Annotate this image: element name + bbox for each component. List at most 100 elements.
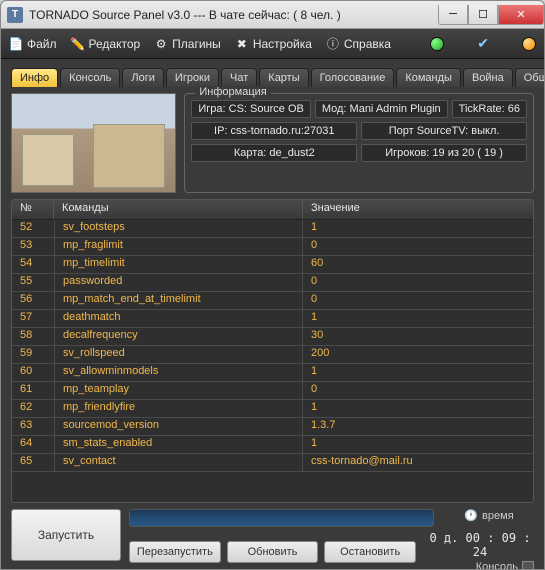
col-num[interactable]: №	[12, 200, 54, 219]
minimize-button[interactable]: ─	[438, 5, 468, 25]
cell-val: 0	[303, 238, 533, 255]
tab-голосование[interactable]: Голосование	[311, 68, 395, 87]
cell-val: 1	[303, 400, 533, 417]
time-value: 0 д. 00 : 09 : 24	[426, 531, 534, 559]
table-row[interactable]: 65sv_contactcss-tornado@mail.ru	[12, 454, 533, 472]
tab-общение[interactable]: Общение	[515, 68, 545, 87]
info-ip: IP: css-tornado.ru:27031	[191, 122, 357, 140]
menubar: 📄 Файл ✏️ Редактор ⚙Плагины ✖Настройка ⓘСп…	[1, 29, 544, 59]
info-legend: Информация	[195, 86, 270, 98]
tab-война[interactable]: Война	[463, 68, 513, 87]
menu-editor[interactable]: ✏️ Редактор	[71, 37, 141, 51]
tab-чат[interactable]: Чат	[221, 68, 257, 87]
menu-file-label: Файл	[27, 37, 57, 51]
table-row[interactable]: 64sm_stats_enabled1	[12, 436, 533, 454]
cell-cmd: sm_stats_enabled	[54, 436, 303, 453]
cell-cmd: mp_match_end_at_timelimit	[54, 292, 303, 309]
tab-консоль[interactable]: Консоль	[60, 68, 120, 87]
cell-cmd: sv_allowminmodels	[54, 364, 303, 381]
info-mod: Мод: Mani Admin Plugin	[315, 100, 448, 118]
tab-логи[interactable]: Логи	[122, 68, 164, 87]
console-toggle[interactable]: Консоль	[426, 561, 534, 570]
table-row[interactable]: 56mp_match_end_at_timelimit0	[12, 292, 533, 310]
table-row[interactable]: 57deathmatch1	[12, 310, 533, 328]
stop-button[interactable]: Остановить	[324, 541, 416, 563]
menu-help[interactable]: ⓘСправка	[326, 37, 391, 51]
table-row[interactable]: 54mp_timelimit60	[12, 256, 533, 274]
editor-icon: ✏️	[71, 37, 85, 51]
status-orb-green[interactable]	[430, 37, 444, 51]
cell-num: 62	[12, 400, 54, 417]
cell-num: 63	[12, 418, 54, 435]
table-body[interactable]: 52sv_footsteps153mp_fraglimit054mp_timel…	[12, 220, 533, 502]
col-cmd[interactable]: Команды	[54, 200, 303, 219]
cell-cmd: mp_timelimit	[54, 256, 303, 273]
clock-icon: 🕐	[464, 509, 478, 522]
run-button[interactable]: Запустить	[11, 509, 121, 561]
cell-num: 52	[12, 220, 54, 237]
cell-val: 30	[303, 328, 533, 345]
cell-num: 54	[12, 256, 54, 273]
window-controls: ─ ☐ ✕	[438, 5, 544, 25]
content-area: ИнфоКонсольЛогиИгрокиЧатКартыГолосование…	[1, 59, 544, 569]
cell-val: 0	[303, 382, 533, 399]
close-button[interactable]: ✕	[498, 5, 544, 25]
plugins-icon: ⚙	[154, 37, 168, 51]
cell-cmd: passworded	[54, 274, 303, 291]
table-row[interactable]: 55passworded0	[12, 274, 533, 292]
cell-cmd: sv_contact	[54, 454, 303, 471]
cell-val: 0	[303, 274, 533, 291]
window-title: TORNADO Source Panel v3.0 --- В чате сей…	[29, 8, 438, 22]
cell-val: 1	[303, 220, 533, 237]
titlebar[interactable]: T TORNADO Source Panel v3.0 --- В чате с…	[1, 1, 544, 29]
table-header: № Команды Значение	[12, 200, 533, 220]
table-row[interactable]: 53mp_fraglimit0	[12, 238, 533, 256]
table-row[interactable]: 58decalfrequency30	[12, 328, 533, 346]
cell-val: 1.3.7	[303, 418, 533, 435]
maximize-button[interactable]: ☐	[468, 5, 498, 25]
cvars-table: № Команды Значение 52sv_footsteps153mp_f…	[11, 199, 534, 503]
map-thumbnail	[11, 93, 176, 193]
cell-num: 55	[12, 274, 54, 291]
cell-cmd: sv_rollspeed	[54, 346, 303, 363]
cell-num: 60	[12, 364, 54, 381]
menu-file[interactable]: 📄 Файл	[9, 37, 57, 51]
cell-num: 61	[12, 382, 54, 399]
cell-cmd: deathmatch	[54, 310, 303, 327]
table-row[interactable]: 63sourcemod_version1.3.7	[12, 418, 533, 436]
cell-val: css-tornado@mail.ru	[303, 454, 533, 471]
tab-инфо[interactable]: Инфо	[11, 68, 58, 87]
refresh-button[interactable]: Обновить	[227, 541, 319, 563]
table-row[interactable]: 59sv_rollspeed200	[12, 346, 533, 364]
menu-editor-label: Редактор	[89, 37, 141, 51]
table-row[interactable]: 60sv_allowminmodels1	[12, 364, 533, 382]
cell-val: 1	[303, 364, 533, 381]
info-fieldset: Информация Игра: CS: Source OB Мод: Mani…	[184, 93, 534, 193]
table-row[interactable]: 61mp_teamplay0	[12, 382, 533, 400]
menu-help-label: Справка	[344, 37, 391, 51]
tab-команды[interactable]: Команды	[396, 68, 461, 87]
tab-игроки[interactable]: Игроки	[166, 68, 219, 87]
col-val[interactable]: Значение	[303, 200, 533, 219]
cell-num: 65	[12, 454, 54, 471]
cell-num: 59	[12, 346, 54, 363]
cell-val: 0	[303, 292, 533, 309]
status-orb-check[interactable]: ✔	[477, 35, 489, 52]
cell-val: 1	[303, 310, 533, 327]
status-orb-orange[interactable]	[522, 37, 536, 51]
cell-num: 64	[12, 436, 54, 453]
table-row[interactable]: 62mp_friendlyfire1	[12, 400, 533, 418]
table-row[interactable]: 52sv_footsteps1	[12, 220, 533, 238]
cell-num: 56	[12, 292, 54, 309]
cell-val: 1	[303, 436, 533, 453]
progress-bar	[129, 509, 434, 527]
file-icon: 📄	[9, 37, 23, 51]
tab-карты[interactable]: Карты	[259, 68, 308, 87]
menu-settings[interactable]: ✖Настройка	[235, 37, 312, 51]
restart-button[interactable]: Перезапустить	[129, 541, 221, 563]
cell-cmd: mp_friendlyfire	[54, 400, 303, 417]
info-tickrate: TickRate: 66	[452, 100, 527, 118]
menu-settings-label: Настройка	[253, 37, 312, 51]
console-checkbox[interactable]	[522, 561, 534, 570]
menu-plugins[interactable]: ⚙Плагины	[154, 37, 221, 51]
